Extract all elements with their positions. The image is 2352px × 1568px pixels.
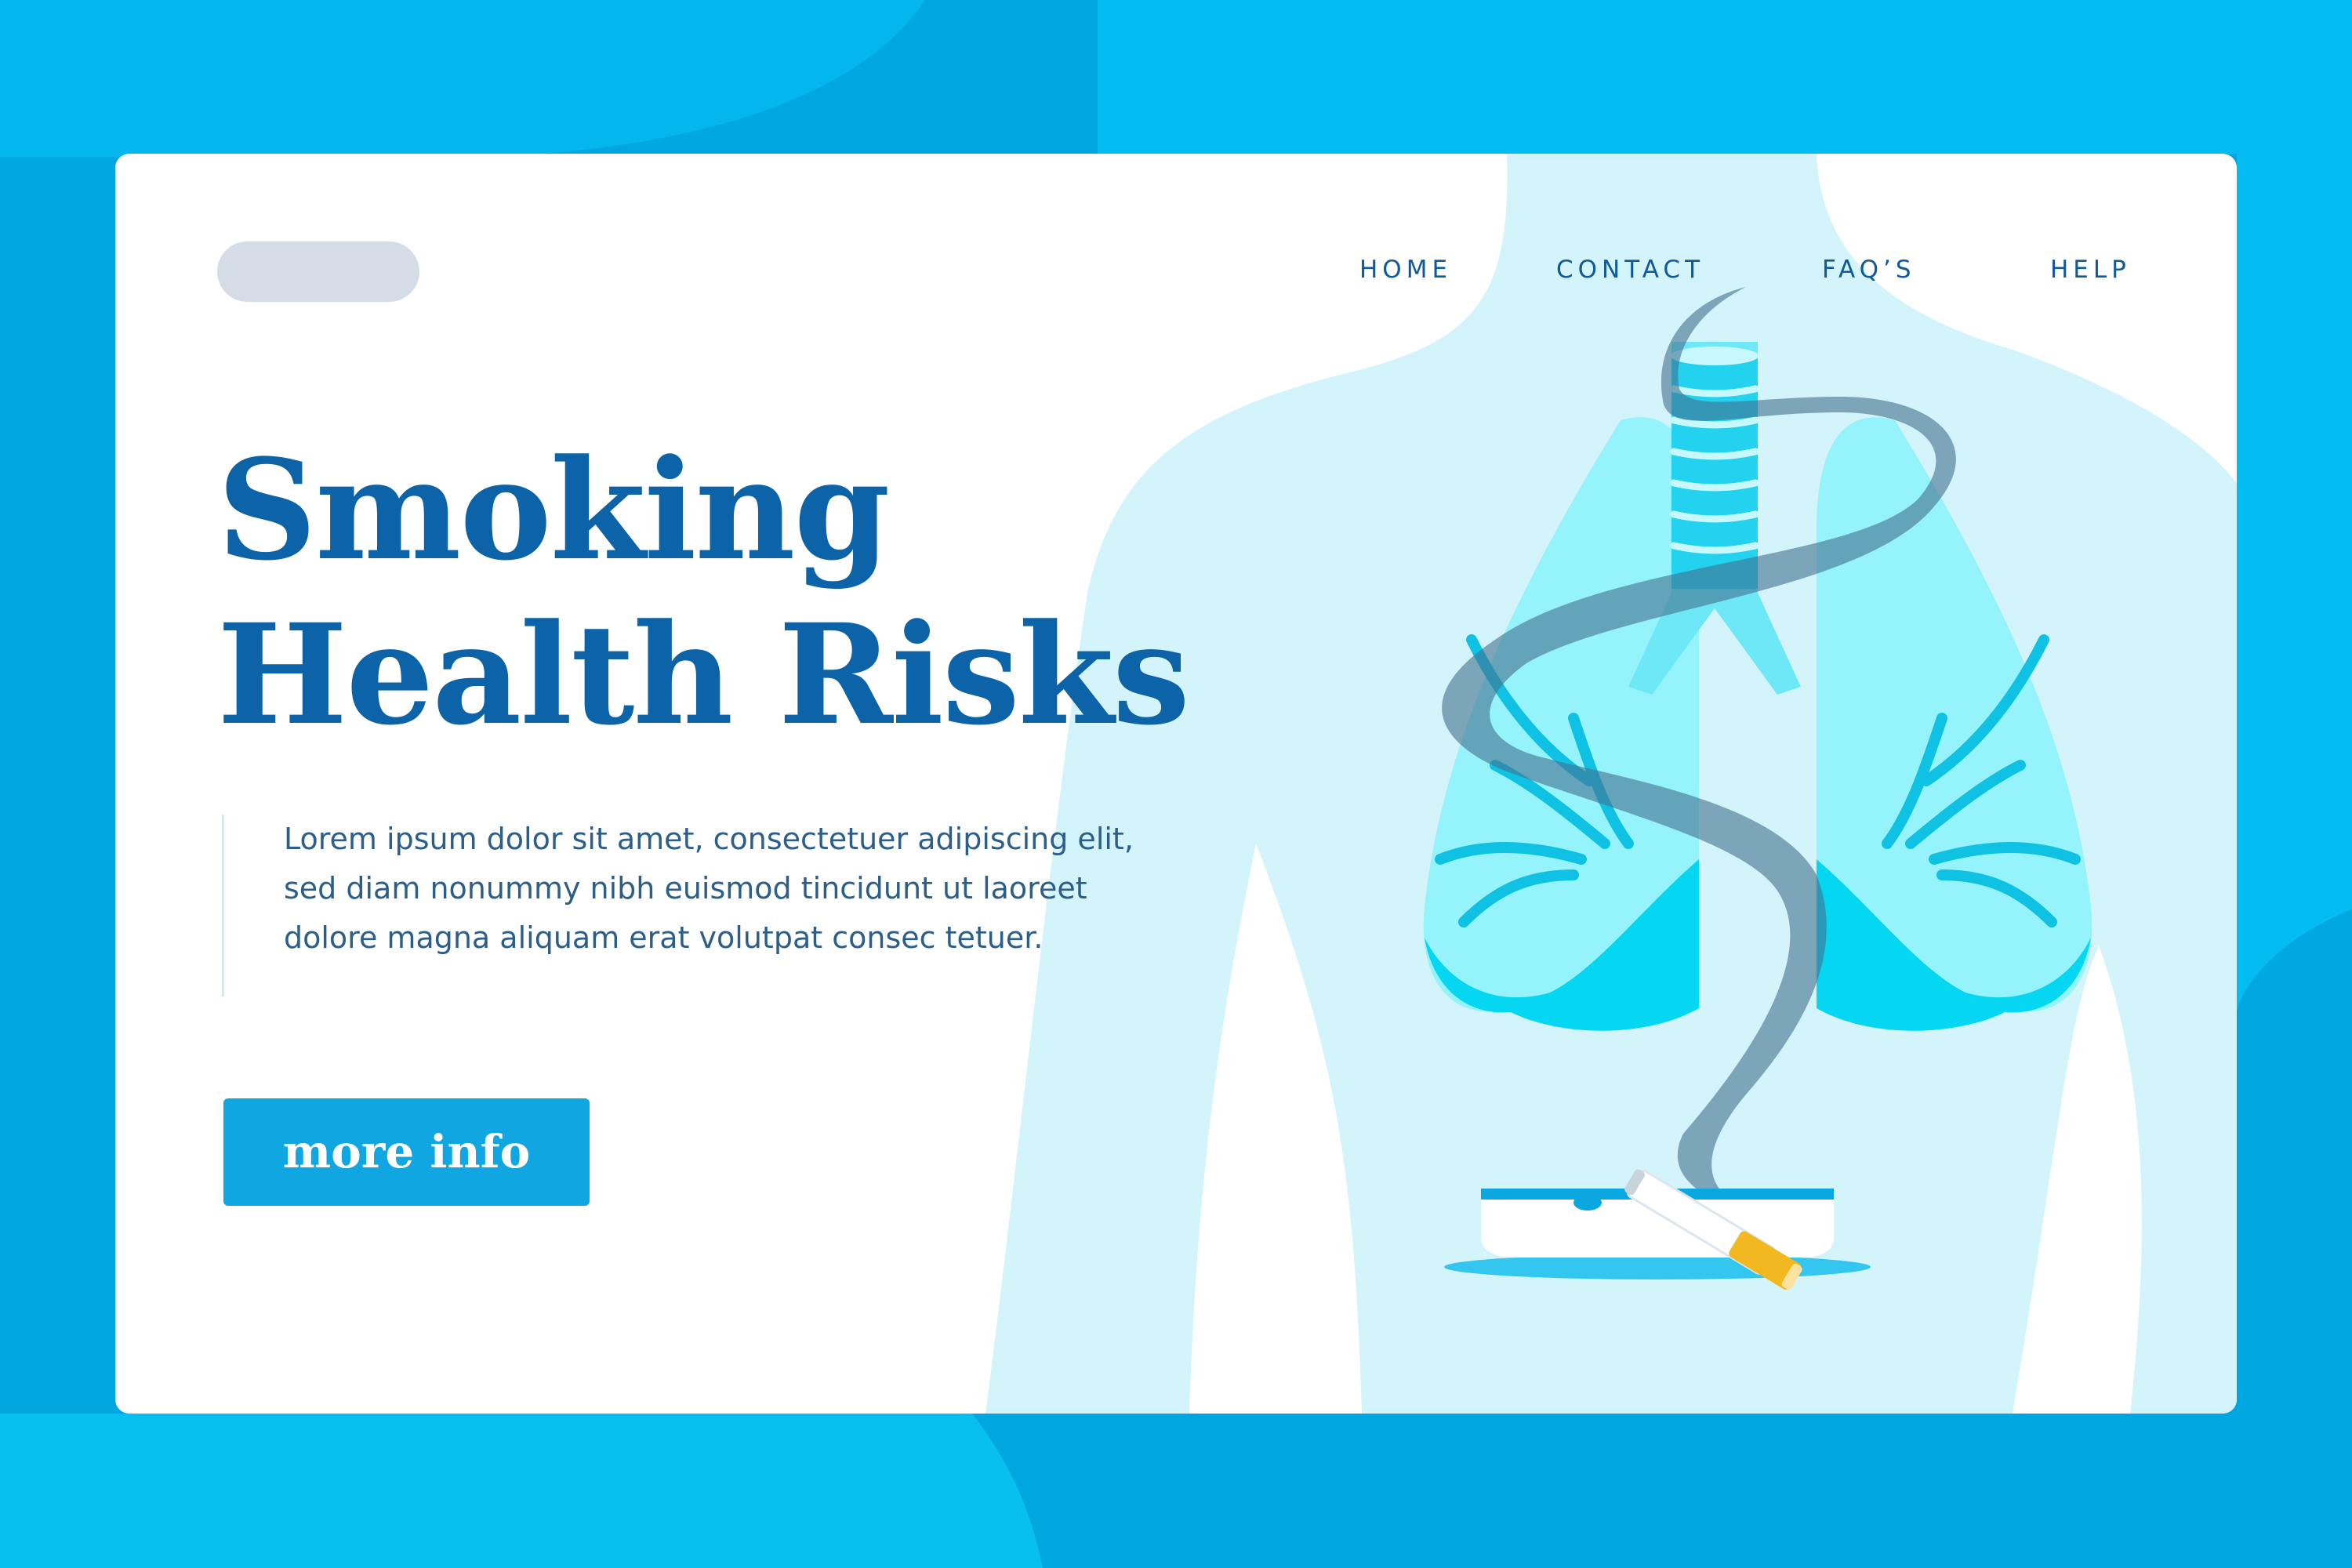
top-navigation: HOME CONTACT FAQ’S HELP [115, 246, 2237, 293]
smoking-illustration [985, 154, 2237, 1414]
hero-description: Lorem ipsum dolor sit amet, consectetuer… [284, 822, 1134, 955]
more-info-button[interactable]: more info [223, 1098, 590, 1206]
nav-home-link[interactable]: HOME [1359, 246, 1452, 293]
hero-title-line-2: Health Risks [217, 593, 1190, 756]
landing-card: HOME CONTACT FAQ’S HELP Smoking Health R… [115, 154, 2237, 1414]
nav-help-link[interactable]: HELP [2050, 246, 2131, 293]
hero-description-block: Lorem ipsum dolor sit amet, consectetuer… [222, 815, 1165, 996]
hero-title: Smoking Health Risks [217, 428, 1197, 757]
nav-contact-link[interactable]: CONTACT [1556, 246, 1704, 293]
nav-faqs-link[interactable]: FAQ’S [1822, 246, 1916, 293]
hero-title-line-1: Smoking [217, 429, 891, 591]
